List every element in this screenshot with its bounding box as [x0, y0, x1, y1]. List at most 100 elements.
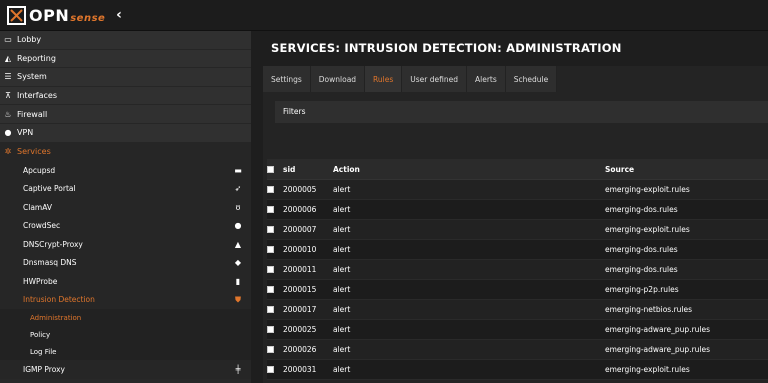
table-row[interactable]: 2000011 alert emerging-dos.rules — [267, 260, 768, 280]
lock-icon: ▲ — [234, 239, 242, 249]
sidebar-item-label: Dnsmasq DNS — [23, 258, 77, 268]
sidebar-item-label: Lobby — [17, 35, 42, 45]
server-icon: ☰ — [4, 72, 12, 82]
sidebar-item-dnsmasq-dns[interactable]: Dnsmasq DNS ◆ — [0, 253, 251, 273]
sidebar-item-hwprobe[interactable]: HWProbe ▮ — [0, 272, 251, 291]
table-row[interactable]: 2000026 alert emerging-adware_pup.rules — [267, 340, 768, 360]
fire-icon: ♨ — [4, 109, 12, 119]
cell-sid: 2000017 — [283, 305, 317, 314]
sidebar-item-services[interactable]: ✲ Services — [0, 142, 251, 162]
sidebar-item-label: Log File — [30, 347, 57, 356]
sidebar-item-administration[interactable]: Administration — [0, 309, 251, 327]
row-checkbox[interactable] — [267, 326, 274, 333]
table-row[interactable]: 2000005 alert emerging-exploit.rules — [267, 180, 768, 200]
table-row[interactable]: 2000017 alert emerging-netbios.rules — [267, 300, 768, 320]
table-row[interactable]: 2000006 alert emerging-dos.rules — [267, 200, 768, 220]
tab-schedule[interactable]: Schedule — [505, 66, 558, 92]
row-checkbox[interactable] — [267, 226, 274, 233]
row-checkbox[interactable] — [267, 186, 274, 193]
battery-icon: ▬ — [234, 165, 242, 175]
cell-action: alert — [333, 345, 351, 354]
row-checkbox[interactable] — [267, 266, 274, 273]
sidebar-item-label: ClamAV — [23, 202, 53, 212]
table-row[interactable]: 2000031 alert emerging-exploit.rules — [267, 360, 768, 380]
tab-download[interactable]: Download — [310, 66, 366, 92]
table-row[interactable]: 2000015 alert emerging-p2p.rules — [267, 280, 768, 300]
sidebar-item-policy[interactable]: Policy — [0, 326, 251, 344]
sidebar-item-interfaces[interactable]: ⊼ Interfaces — [0, 87, 251, 106]
cell-sid: 2000011 — [283, 265, 317, 274]
sidebar-item-captive-portal[interactable]: Captive Portal ➶ — [0, 179, 251, 199]
cell-source: emerging-dos.rules — [605, 205, 678, 214]
tab-alerts[interactable]: Alerts — [467, 66, 506, 92]
row-checkbox[interactable] — [267, 306, 274, 313]
tab-rules[interactable]: Rules — [365, 66, 403, 92]
table-row[interactable]: 2000010 alert emerging-dos.rules — [267, 240, 768, 260]
sidebar-item-reporting[interactable]: ◭ Reporting — [0, 50, 251, 69]
cell-source: emerging-exploit.rules — [605, 185, 690, 194]
cell-sid: 2000031 — [283, 365, 317, 374]
sidebar-item-igmp-proxy[interactable]: IGMP Proxy ╪ — [0, 360, 251, 379]
sidebar-item-label: DNSCrypt-Proxy — [23, 239, 83, 249]
tab-settings[interactable]: Settings — [263, 66, 311, 92]
table-row[interactable]: 2000007 alert emerging-exploit.rules — [267, 220, 768, 240]
column-header-action[interactable]: Action — [333, 165, 605, 174]
cell-action: alert — [333, 365, 351, 374]
cell-source: emerging-adware_pup.rules — [605, 345, 711, 354]
sidebar-item-system[interactable]: ☰ System — [0, 68, 251, 87]
row-checkbox[interactable] — [267, 366, 274, 373]
area-chart-icon: ◭ — [4, 53, 12, 63]
rules-grid: sid Action Source 2000005 alert emerging… — [267, 159, 768, 380]
cell-source: emerging-exploit.rules — [605, 365, 690, 374]
sidebar-item-label: Services — [17, 146, 51, 156]
cell-sid: 2000015 — [283, 285, 317, 294]
opnsense-logo[interactable]: OPNsense — [7, 5, 105, 26]
row-checkbox[interactable] — [267, 286, 274, 293]
sidebar: ▭ Lobby ◭ Reporting ☰ System ⊼ Interface… — [0, 31, 251, 383]
sidebar-item-label: VPN — [17, 128, 34, 138]
column-header-sid[interactable]: sid — [283, 165, 333, 174]
column-header-source[interactable]: Source — [605, 165, 768, 174]
opnsense-logo-icon — [7, 6, 26, 25]
sidebar-item-vpn[interactable]: ● VPN — [0, 124, 251, 143]
grid-body: 2000005 alert emerging-exploit.rules 200… — [267, 180, 768, 380]
sidebar-item-lobby[interactable]: ▭ Lobby — [0, 31, 251, 50]
sidebar-item-label: Interfaces — [17, 91, 57, 101]
globe-icon: ● — [234, 221, 242, 231]
row-checkbox[interactable] — [267, 206, 274, 213]
table-row[interactable]: 2000025 alert emerging-adware_pup.rules — [267, 320, 768, 340]
cell-action: alert — [333, 325, 351, 334]
top-bar: OPNsense ‹ — [0, 0, 768, 31]
main-content: SERVICES: INTRUSION DETECTION: ADMINISTR… — [251, 31, 768, 383]
cell-action: alert — [333, 285, 351, 294]
sidebar-item-dnscrypt-proxy[interactable]: DNSCrypt-Proxy ▲ — [0, 235, 251, 254]
sidebar-item-firewall[interactable]: ♨ Firewall — [0, 105, 251, 124]
cell-source: emerging-exploit.rules — [605, 225, 690, 234]
globe-icon: ● — [4, 128, 12, 138]
sidebar-item-clamav[interactable]: ClamAV ʊ — [0, 198, 251, 217]
sidebar-item-log-file[interactable]: Log File — [0, 343, 251, 361]
sidebar-collapse-chevron-icon[interactable]: ‹ — [112, 7, 126, 23]
shield-icon: ⛊ — [235, 294, 241, 304]
row-checkbox[interactable] — [267, 346, 274, 353]
sidebar-item-crowdsec[interactable]: CrowdSec ● — [0, 216, 251, 236]
filters-toggle[interactable]: Filters — [275, 101, 768, 123]
sidebar-item-label: Apcupsd — [23, 165, 56, 175]
cell-sid: 2000005 — [283, 185, 317, 194]
row-checkbox[interactable] — [267, 246, 274, 253]
tab-user-defined[interactable]: User defined — [402, 66, 467, 92]
sidebar-item-label: Captive Portal — [23, 184, 76, 194]
sidebar-item-label: CrowdSec — [23, 221, 61, 231]
cell-sid: 2000007 — [283, 225, 317, 234]
cell-action: alert — [333, 265, 351, 274]
sidebar-item-intrusion-detection[interactable]: Intrusion Detection ⛊ — [0, 290, 251, 310]
select-all-checkbox[interactable] — [267, 165, 274, 173]
cell-source: emerging-adware_pup.rules — [605, 325, 711, 334]
logo-brand-suffix: sense — [70, 13, 106, 24]
sidebar-item-apcupsd[interactable]: Apcupsd ▬ — [0, 161, 251, 180]
filters-label: Filters — [283, 107, 306, 116]
sidebar-item-label: Administration — [30, 313, 82, 322]
laptop-icon: ▭ — [4, 35, 12, 45]
cell-sid: 2000025 — [283, 325, 317, 334]
paper-plane-icon: ➶ — [234, 184, 242, 194]
